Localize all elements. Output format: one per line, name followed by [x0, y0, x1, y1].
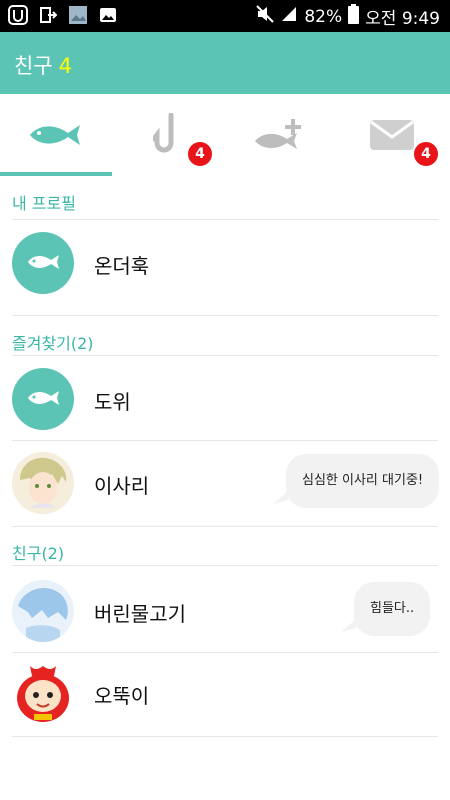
status-message: 심심한 이사리 대기중!: [286, 454, 440, 508]
status-message: 힘들다..: [354, 582, 431, 636]
avatar: [12, 662, 74, 724]
tab-add-friend[interactable]: [224, 94, 336, 176]
fish-icon: [30, 125, 80, 145]
fishhook-icon: [153, 113, 174, 153]
avatar: [12, 368, 74, 430]
roly-poly-character-avatar: [17, 666, 69, 722]
section-label: 즐겨찾기(2): [12, 334, 94, 353]
messages-badge: 4: [414, 142, 438, 166]
divider: [12, 565, 438, 566]
section-header-my-profile: 내 프로필: [0, 176, 450, 220]
app-bar: 친구 4: [0, 32, 450, 94]
tab-messages[interactable]: 4: [336, 94, 448, 176]
friend-name: 버린물고기: [94, 602, 186, 626]
battery-percent: 82%: [304, 6, 343, 27]
fish-icon: [28, 391, 59, 405]
list-item-favorite[interactable]: 이사리 심심한 이사리 대기중!: [0, 440, 450, 526]
tab-bar: 4 4: [0, 94, 450, 176]
friend-name: 이사리: [94, 474, 150, 498]
list-item-my-profile[interactable]: 온더훅: [0, 220, 450, 306]
page-title: 친구 4: [14, 50, 72, 80]
fish-icon: [28, 255, 59, 269]
friend-name: 오뚝이: [94, 684, 150, 708]
status-bar: 82% 오전 9:49: [0, 0, 450, 32]
signal-icon: [280, 5, 298, 28]
friend-name: 온더훅: [94, 254, 150, 278]
mail-icon: [370, 120, 414, 150]
page-title-text: 친구: [14, 54, 53, 78]
section-label: 내 프로필: [12, 194, 76, 213]
friend-name: 도위: [94, 390, 131, 414]
section-label: 친구(2): [12, 544, 65, 563]
list-item-favorite[interactable]: 도위: [0, 356, 450, 442]
list-item-friend[interactable]: 오뚝이: [0, 650, 450, 736]
tab-fishing[interactable]: 4: [112, 94, 224, 176]
list-item-friend[interactable]: 버린물고기 힘들다..: [0, 568, 450, 654]
anime-character-avatar: [12, 452, 74, 514]
section-header-friends: 친구(2): [0, 526, 450, 570]
add-fish-icon: [255, 119, 301, 149]
divider: [12, 736, 438, 737]
sketch-character-avatar: [12, 580, 74, 642]
mute-icon: [256, 5, 275, 28]
section-header-favorites: 즐겨찾기(2): [0, 316, 450, 360]
tab-friends[interactable]: [0, 94, 112, 176]
battery-icon: [348, 4, 360, 29]
gallery-icon: [98, 5, 118, 25]
avatar: [12, 580, 74, 642]
fishing-badge: 4: [188, 142, 212, 166]
avatar: [12, 452, 74, 514]
image-thumbnail-icon: [68, 5, 88, 25]
avatar: [12, 232, 74, 294]
app-notification-icon: [8, 5, 28, 25]
friend-count: 4: [58, 54, 73, 78]
exit-icon: [38, 5, 58, 25]
clock: 오전 9:49: [365, 9, 440, 29]
